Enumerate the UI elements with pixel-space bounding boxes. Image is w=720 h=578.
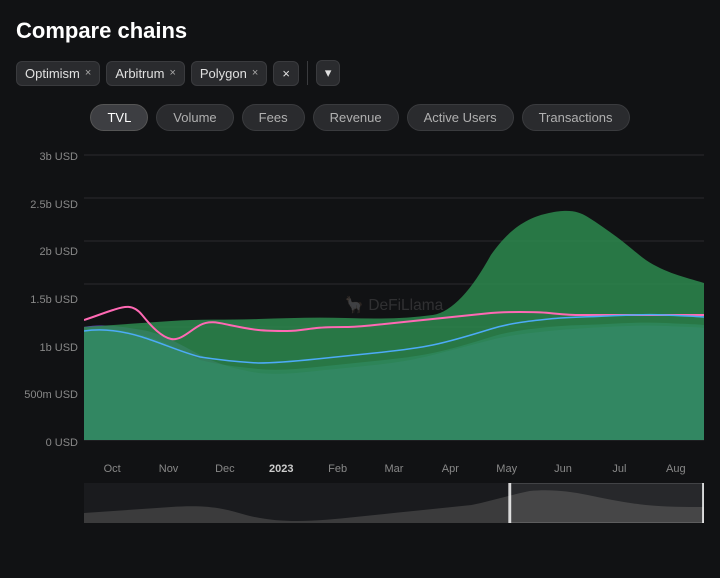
y-axis-label: 1b USD: [16, 342, 84, 354]
tab-transactions[interactable]: Transactions: [522, 104, 630, 131]
x-axis-label: Apr: [422, 463, 478, 475]
y-axis-label: 1.5b USD: [16, 294, 84, 306]
y-axis-label: 0 USD: [16, 437, 84, 449]
range-left-handle[interactable]: [508, 483, 511, 523]
x-axis-label: Oct: [84, 463, 140, 475]
y-axis-label: 500m USD: [16, 389, 84, 401]
x-axis: OctNovDec2023FebMarAprMayJunJulAug: [16, 463, 704, 475]
y-axis-label: 2b USD: [16, 246, 84, 258]
x-axis-label: Mar: [366, 463, 422, 475]
y-axis-label: 2.5b USD: [16, 199, 84, 211]
range-right-handle[interactable]: [702, 483, 704, 523]
chain-label: Polygon: [200, 66, 247, 81]
range-overlay[interactable]: [510, 483, 704, 523]
chart-svg-container: 🦙 DeFiLlama: [84, 145, 704, 455]
tab-active-users[interactable]: Active Users: [407, 104, 514, 131]
x-axis-label: May: [479, 463, 535, 475]
green-area: [84, 211, 704, 440]
clear-button[interactable]: ×: [273, 61, 299, 86]
x-axis-label: Dec: [197, 463, 253, 475]
dropdown-button[interactable]: ▾: [316, 60, 341, 86]
chain-remove-polygon[interactable]: ×: [252, 67, 258, 79]
y-axis: 3b USD 2.5b USD 2b USD 1.5b USD 1b USD 500m U…: [16, 145, 84, 455]
page-container: Compare chains Optimism×Arbitrum×Polygon…: [0, 0, 720, 537]
filter-divider: [307, 61, 308, 85]
x-axis-label: Nov: [140, 463, 196, 475]
chain-tag-arbitrum[interactable]: Arbitrum ×: [106, 61, 185, 86]
x-axis-label: 2023: [253, 463, 309, 475]
x-axis-label: Feb: [309, 463, 365, 475]
chain-label: Arbitrum: [115, 66, 164, 81]
x-axis-label: Jun: [535, 463, 591, 475]
mini-chart-area: [84, 483, 704, 523]
metric-tabs: TVL Volume Fees Revenue Active Users Transact…: [16, 104, 704, 131]
chain-tags-container: Optimism × Arbitrum × Polygon ×: [16, 61, 267, 86]
page-title: Compare chains: [16, 18, 704, 44]
tab-tvl[interactable]: TVL: [90, 104, 148, 131]
chain-filters: Optimism × Arbitrum × Polygon × × ▾: [16, 60, 704, 86]
y-axis-label: 3b USD: [16, 151, 84, 163]
chain-tag-polygon[interactable]: Polygon ×: [191, 61, 267, 86]
chain-tag-optimism[interactable]: Optimism ×: [16, 61, 100, 86]
chain-remove-arbitrum[interactable]: ×: [169, 67, 175, 79]
x-axis-label: Jul: [591, 463, 647, 475]
tab-volume[interactable]: Volume: [156, 104, 233, 131]
tab-fees[interactable]: Fees: [242, 104, 305, 131]
x-axis-label: Aug: [648, 463, 704, 475]
chain-remove-optimism[interactable]: ×: [85, 67, 91, 79]
main-chart-area: 3b USD 2.5b USD 2b USD 1.5b USD 1b USD 500m U…: [16, 145, 704, 455]
tab-revenue[interactable]: Revenue: [313, 104, 399, 131]
mini-chart-svg: [84, 483, 704, 523]
watermark-text: 🦙 DeFiLlama: [345, 295, 444, 314]
main-chart-svg: 🦙 DeFiLlama: [84, 145, 704, 455]
chain-label: Optimism: [25, 66, 80, 81]
